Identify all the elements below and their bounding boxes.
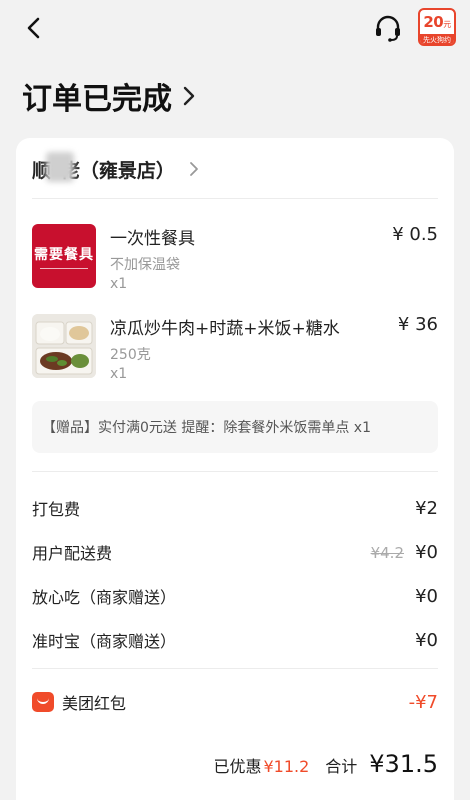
fee-label: 放心吃（商家赠送） xyxy=(32,588,177,607)
top-bar: 20元 先火狗约 xyxy=(0,0,470,56)
total-value: ¥31.5 xyxy=(369,750,438,778)
food-photo-icon xyxy=(32,314,96,378)
redpack-value: -¥7 xyxy=(408,691,438,713)
chevron-left-icon xyxy=(27,17,40,39)
page-title: 订单已完成 xyxy=(22,82,172,117)
fee-row-on-time: 准时宝（商家赠送） ¥0 xyxy=(32,625,438,655)
product-thumbnail: 需要餐具 xyxy=(32,224,96,288)
item-spec: 250克 xyxy=(110,347,151,363)
divider xyxy=(32,471,438,472)
coupon-badge[interactable]: 20元 先火狗约 xyxy=(418,8,456,46)
discount-value: ¥11.2 xyxy=(263,757,310,776)
chevron-right-icon xyxy=(183,86,195,106)
original-fee: ¥4.2 xyxy=(370,543,404,562)
item-quantity: x1 xyxy=(110,366,128,382)
item-quantity: x1 xyxy=(110,276,128,292)
redpack-label-group: 美团红包 xyxy=(32,690,126,714)
item-price: ¥ 0.5 xyxy=(392,224,438,245)
order-total: 已优惠 ¥11.2 合计 ¥31.5 xyxy=(213,750,438,784)
divider xyxy=(32,668,438,669)
thumbnail-divider xyxy=(40,267,88,269)
fee-value: ¥0 xyxy=(415,541,438,563)
coupon-unit: 元 xyxy=(443,20,451,29)
red-packet-icon xyxy=(32,692,54,712)
order-status[interactable]: 订单已完成 xyxy=(22,76,196,117)
product-thumbnail xyxy=(32,314,96,378)
discount-label: 已优惠 xyxy=(213,757,262,776)
total-label: 合计 xyxy=(325,757,358,776)
item-name: 凉瓜炒牛肉+时蔬+米饭+糖水 xyxy=(110,319,340,339)
list-item[interactable]: 凉瓜炒牛肉+时蔬+米饭+糖水 250克 x1 ¥ 36 xyxy=(32,314,438,394)
headset-icon xyxy=(376,15,400,42)
shop-header[interactable]: 顺*佬（雍景店） xyxy=(32,152,199,184)
chevron-right-icon xyxy=(190,162,198,176)
item-spec: 不加保温袋 xyxy=(110,257,180,273)
list-item[interactable]: 需要餐具 一次性餐具 不加保温袋 x1 ¥ 0.5 xyxy=(32,224,438,304)
item-name: 一次性餐具 xyxy=(110,229,195,249)
coupon-caption: 先火狗约 xyxy=(420,34,454,44)
fee-label: 打包费 xyxy=(32,500,81,519)
back-button[interactable] xyxy=(18,12,50,44)
redaction-blur xyxy=(46,152,74,182)
gift-note: 【赠品】实付满0元送 提醒：除套餐外米饭需单点 x1 xyxy=(32,401,438,453)
divider xyxy=(32,198,438,199)
thumbnail-text: 需要餐具 xyxy=(34,246,94,263)
coupon-amount: 20 xyxy=(423,13,444,31)
fee-value: ¥0 xyxy=(415,629,438,651)
fee-label: 用户配送费 xyxy=(32,544,113,563)
redpack-label: 美团红包 xyxy=(62,694,127,713)
customer-service-button[interactable] xyxy=(372,12,404,44)
fee-value: ¥2 xyxy=(415,497,438,519)
order-card: 顺*佬（雍景店） 需要餐具 一次性餐具 不加保温袋 x1 ¥ 0.5 凉瓜炒牛肉… xyxy=(16,138,454,800)
fee-row-safe-eat: 放心吃（商家赠送） ¥0 xyxy=(32,581,438,611)
fee-row-delivery: 用户配送费 ¥4.2 ¥0 xyxy=(32,537,438,567)
fee-label: 准时宝（商家赠送） xyxy=(32,632,177,651)
fee-row-packing: 打包费 ¥2 xyxy=(32,493,438,523)
fee-values: ¥4.2 ¥0 xyxy=(371,542,438,563)
redpack-row: 美团红包 -¥7 xyxy=(32,687,438,717)
item-price: ¥ 36 xyxy=(397,314,438,335)
fee-value: ¥0 xyxy=(415,585,438,607)
gift-text: 【赠品】实付满0元送 提醒：除套餐外米饭需单点 x1 xyxy=(42,420,371,436)
